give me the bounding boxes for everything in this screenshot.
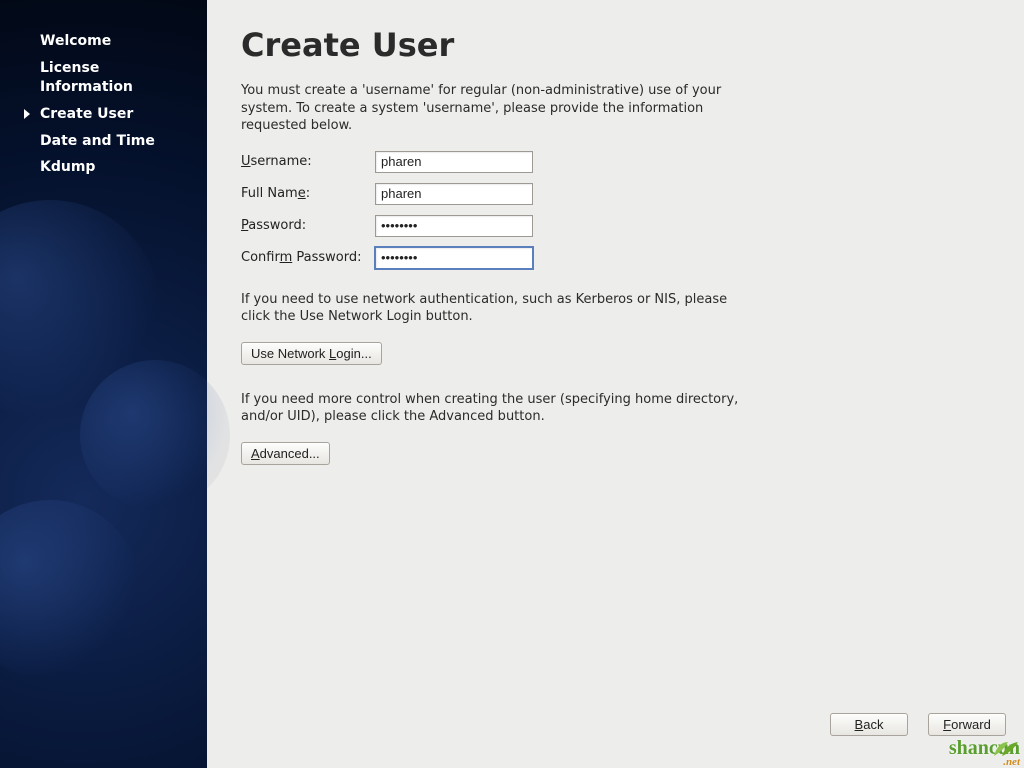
watermark: shancun .net	[949, 737, 1020, 768]
create-user-form: Username: Full Name: Password: Confirm P…	[241, 151, 990, 269]
wizard-footer: Back Forward	[830, 713, 1006, 736]
username-input[interactable]	[375, 151, 533, 173]
chevron-right-icon	[24, 109, 30, 119]
row-confirm-password: Confirm Password:	[241, 247, 990, 269]
row-username: Username:	[241, 151, 990, 173]
fullname-input[interactable]	[375, 183, 533, 205]
leaf-icon	[988, 736, 1022, 760]
forward-button[interactable]: Forward	[928, 713, 1006, 736]
sidebar-item-create-user[interactable]: Create User	[0, 101, 207, 128]
password-label: Password:	[241, 218, 375, 233]
fullname-label: Full Name:	[241, 186, 375, 201]
password-input[interactable]	[375, 215, 533, 237]
bg-bubble	[0, 500, 140, 680]
row-fullname: Full Name:	[241, 183, 990, 205]
page-title: Create User	[241, 26, 990, 64]
sidebar-item-kdump[interactable]: Kdump	[0, 154, 207, 181]
sidebar-item-welcome[interactable]: Welcome	[0, 28, 207, 55]
row-password: Password:	[241, 215, 990, 237]
use-network-login-button[interactable]: Use Network Login...	[241, 342, 382, 365]
confirm-password-input[interactable]	[375, 247, 533, 269]
sidebar-item-license[interactable]: License Information	[0, 55, 207, 101]
username-label: Username:	[241, 154, 375, 169]
confirm-password-label: Confirm Password:	[241, 250, 375, 265]
main-panel: Create User You must create a 'username'…	[207, 0, 1024, 768]
advanced-note: If you need more control when creating t…	[241, 391, 741, 426]
back-button[interactable]: Back	[830, 713, 908, 736]
advanced-button[interactable]: Advanced...	[241, 442, 330, 465]
network-login-note: If you need to use network authenticatio…	[241, 291, 741, 326]
wizard-steps: Welcome License Information Create User …	[0, 28, 207, 181]
intro-text: You must create a 'username' for regular…	[241, 82, 741, 135]
wizard-sidebar: Welcome License Information Create User …	[0, 0, 207, 768]
sidebar-item-date-time[interactable]: Date and Time	[0, 128, 207, 155]
